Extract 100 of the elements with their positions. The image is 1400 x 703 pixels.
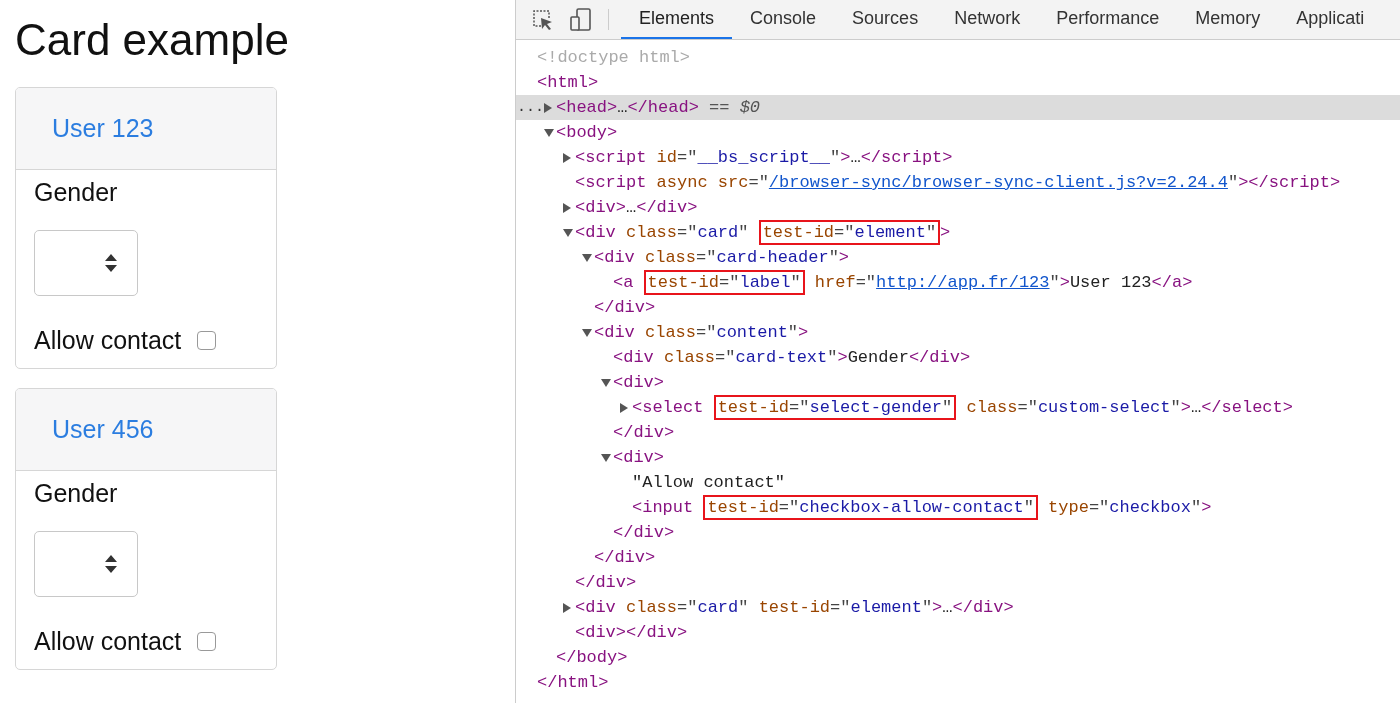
device-toolbar-icon[interactable]	[570, 7, 592, 32]
attribute-name: test-id	[757, 598, 831, 617]
tag-text: <body>	[556, 123, 618, 142]
field-label: Gender	[34, 478, 118, 509]
selected-row[interactable]: ... <head>…</head> == $0	[516, 95, 1400, 120]
code-punctuation: ="	[719, 273, 740, 292]
code-punctuation: "	[787, 323, 799, 342]
attribute-value: card-text	[735, 348, 828, 367]
attribute-name: async src	[655, 173, 749, 192]
attribute-value: custom-select	[1037, 398, 1171, 417]
attribute-link[interactable]: http://app.fr/123	[876, 273, 1050, 292]
tag-text: >	[840, 148, 851, 167]
code-punctuation: "	[925, 223, 937, 242]
devtools-tab[interactable]: Performance	[1038, 0, 1178, 39]
code-punctuation: "	[1227, 173, 1239, 192]
attribute-link[interactable]: /browser-sync/browser-sync-client.js?v=2.24.4	[768, 173, 1228, 192]
code-punctuation: "	[828, 248, 839, 267]
tag-text: ></script>	[1238, 173, 1341, 192]
tag-text: <html>	[537, 73, 599, 92]
code-punctuation: ="	[715, 348, 736, 367]
attribute-name: href	[813, 273, 856, 292]
devtools-tab[interactable]: Memory	[1177, 0, 1279, 39]
collapsed-arrow-icon[interactable]	[544, 102, 552, 113]
tag-text: <div>	[613, 373, 664, 392]
user-link[interactable]: User 456	[52, 415, 154, 444]
node-text: …	[617, 98, 628, 117]
tag-text: </div>	[952, 598, 1014, 617]
inspect-cursor-icon[interactable]	[532, 8, 554, 31]
node-text: …	[1190, 398, 1202, 417]
tag-text: </head>	[627, 98, 699, 117]
tag-text: >	[932, 598, 943, 617]
attribute-name: class	[663, 348, 716, 367]
code-punctuation: "	[1190, 498, 1202, 517]
code-punctuation: "	[830, 148, 841, 167]
tag-text: <input	[632, 498, 695, 517]
collapsed-arrow-icon[interactable]	[563, 602, 571, 613]
expanded-arrow-icon[interactable]	[601, 378, 611, 387]
code-punctuation: ="	[830, 598, 851, 617]
devtools-tab[interactable]: Console	[732, 0, 835, 39]
attribute-name: class	[965, 398, 1018, 417]
tag-text: </html>	[537, 673, 609, 692]
collapsed-arrow-icon[interactable]	[563, 152, 571, 163]
attribute-value: select-gender	[809, 398, 943, 417]
devtools-tab[interactable]: Applicati	[1278, 0, 1383, 39]
expanded-arrow-icon[interactable]	[563, 228, 573, 237]
tag-text: >	[1059, 273, 1070, 292]
code-punctuation: ="	[1017, 398, 1038, 417]
code-text: ==	[708, 98, 731, 117]
tag-text: </div>	[594, 548, 656, 567]
code-punctuation: ="	[677, 223, 698, 242]
code-punctuation: ="	[778, 498, 800, 517]
attribute-value: card-header	[716, 248, 829, 267]
attribute-name: test-id	[762, 223, 835, 242]
devtools-tab[interactable]: Elements	[621, 0, 733, 39]
tag-text: <div	[575, 598, 616, 617]
collapsed-arrow-icon[interactable]	[620, 402, 628, 413]
tag-text: </body>	[556, 648, 628, 667]
expanded-arrow-icon[interactable]	[601, 453, 611, 462]
tag-text: >	[1201, 498, 1212, 517]
code-punctuation: "	[921, 598, 933, 617]
attribute-name: test-id	[717, 398, 790, 417]
doctype-text: <!doctype html>	[537, 48, 691, 67]
tag-text: </select>	[1201, 398, 1293, 417]
attribute-value: checkbox-allow-contact	[799, 498, 1024, 517]
expanded-arrow-icon[interactable]	[582, 253, 592, 262]
tag-text: >	[1180, 398, 1191, 417]
devtools-tab[interactable]: Network	[936, 0, 1039, 39]
node-text: User 123	[1069, 273, 1152, 292]
page-title: Card example	[15, 14, 290, 66]
code-punctuation: "	[942, 398, 953, 417]
attribute-name: test-id	[647, 273, 720, 292]
tag-text: <script	[575, 148, 647, 167]
attribute-value: card	[697, 223, 739, 242]
attribute-name: class	[644, 248, 697, 267]
devtools-tab[interactable]: Sources	[834, 0, 937, 39]
tag-text: </div>	[636, 198, 698, 217]
code-punctuation: ="	[696, 248, 717, 267]
expanded-arrow-icon[interactable]	[544, 128, 554, 137]
attribute-value: checkbox	[1109, 498, 1191, 517]
expanded-arrow-icon[interactable]	[582, 328, 592, 337]
node-text: …	[942, 598, 953, 617]
tag-text: <div	[594, 323, 635, 342]
code-punctuation: "	[738, 223, 750, 242]
tag-text: </div>	[575, 573, 637, 592]
attribute-name: class	[625, 223, 678, 242]
checkbox[interactable]	[197, 330, 217, 350]
tag-text: >	[798, 323, 809, 342]
code-punctuation: ="	[696, 323, 717, 342]
attribute-value: element	[854, 223, 926, 242]
field-label: Gender	[34, 177, 118, 208]
attribute-name: test-id	[707, 498, 779, 517]
code-punctuation: ="	[748, 173, 769, 192]
checkbox[interactable]	[197, 631, 217, 651]
tag-text: </a>	[1151, 273, 1193, 292]
attribute-value: label	[739, 273, 791, 292]
collapsed-arrow-icon[interactable]	[563, 202, 571, 213]
tag-text: >	[837, 348, 848, 367]
code-punctuation: "	[1023, 498, 1034, 517]
attribute-value: card	[697, 598, 739, 617]
user-link[interactable]: User 123	[52, 114, 154, 143]
